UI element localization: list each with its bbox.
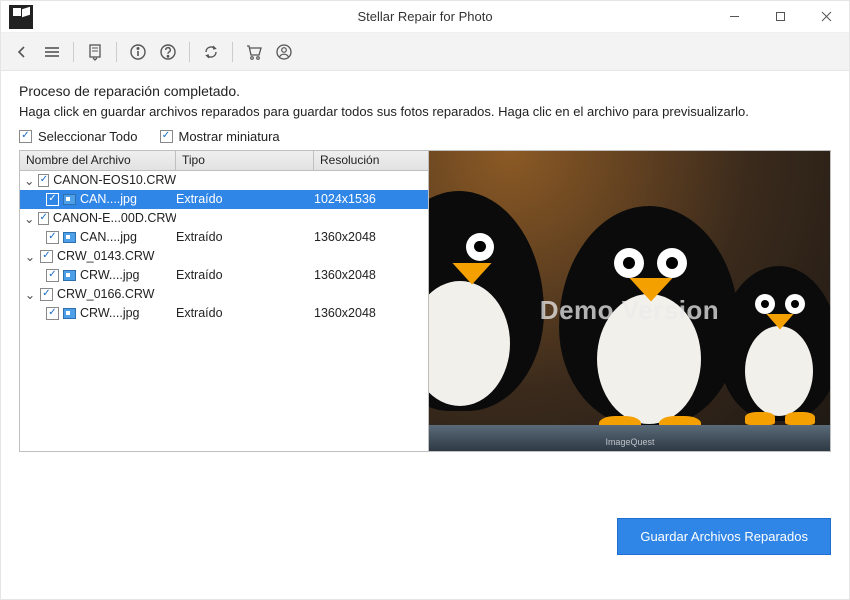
chevron-down-icon[interactable]: ⌄ bbox=[24, 287, 36, 302]
child-type: Extraído bbox=[176, 306, 314, 320]
refresh-button[interactable] bbox=[198, 39, 224, 65]
table-row[interactable]: CAN....jpg Extraído 1360x2048 bbox=[20, 228, 428, 247]
window-titlebar: Stellar Repair for Photo bbox=[1, 1, 849, 33]
table-row[interactable]: ⌄ CRW_0166.CRW bbox=[20, 285, 428, 304]
table-row[interactable]: ⌄ CANON-EOS10.CRW bbox=[20, 171, 428, 190]
row-checkbox[interactable] bbox=[40, 250, 53, 263]
row-checkbox[interactable] bbox=[46, 307, 59, 320]
table-row[interactable]: CRW....jpg Extraído 1360x2048 bbox=[20, 304, 428, 323]
save-repaired-button[interactable]: Guardar Archivos Reparados bbox=[617, 518, 831, 555]
child-resolution: 1360x2048 bbox=[314, 306, 428, 320]
child-filename: CAN....jpg bbox=[80, 230, 137, 244]
select-all-label: Seleccionar Todo bbox=[38, 129, 138, 144]
file-tree-panel: Nombre del Archivo Tipo Resolución ⌄ CAN… bbox=[19, 150, 429, 452]
image-file-icon bbox=[63, 308, 76, 319]
child-resolution: 1360x2048 bbox=[314, 268, 428, 282]
button-bar: Guardar Archivos Reparados bbox=[1, 464, 849, 555]
preview-watermark: Demo Version bbox=[429, 295, 830, 326]
table-row[interactable]: CAN....jpg Extraído 1024x1536 bbox=[20, 190, 428, 209]
group-filename: CRW_0143.CRW bbox=[57, 249, 155, 263]
back-button[interactable] bbox=[9, 39, 35, 65]
group-filename: CANON-E...00D.CRW bbox=[53, 211, 176, 225]
window-title: Stellar Repair for Photo bbox=[1, 9, 849, 24]
child-type: Extraído bbox=[176, 192, 314, 206]
table-row[interactable]: CRW....jpg Extraído 1360x2048 bbox=[20, 266, 428, 285]
toolbar-separator bbox=[73, 42, 74, 62]
list-save-button[interactable] bbox=[82, 39, 108, 65]
content-area: Proceso de reparación completado. Haga c… bbox=[1, 71, 849, 464]
group-filename: CRW_0166.CRW bbox=[57, 287, 155, 301]
preview-shelf-label: ImageQuest bbox=[605, 437, 654, 447]
image-file-icon bbox=[63, 194, 76, 205]
process-heading: Proceso de reparación completado. bbox=[19, 83, 831, 99]
child-filename: CRW....jpg bbox=[80, 306, 140, 320]
image-file-icon bbox=[63, 232, 76, 243]
cart-button[interactable] bbox=[241, 39, 267, 65]
grid-header: Nombre del Archivo Tipo Resolución bbox=[20, 151, 428, 171]
child-filename: CAN....jpg bbox=[80, 192, 137, 206]
chevron-down-icon[interactable]: ⌄ bbox=[24, 173, 34, 188]
child-filename: CRW....jpg bbox=[80, 268, 140, 282]
info-button[interactable] bbox=[125, 39, 151, 65]
row-checkbox[interactable] bbox=[46, 231, 59, 244]
child-resolution: 1360x2048 bbox=[314, 230, 428, 244]
row-checkbox[interactable] bbox=[46, 269, 59, 282]
row-checkbox[interactable] bbox=[40, 288, 53, 301]
toolbar-separator bbox=[189, 42, 190, 62]
image-file-icon bbox=[63, 270, 76, 281]
process-subtext: Haga click en guardar archivos reparados… bbox=[19, 103, 831, 121]
row-checkbox[interactable] bbox=[46, 193, 59, 206]
main-toolbar bbox=[1, 33, 849, 71]
col-type[interactable]: Tipo bbox=[176, 151, 314, 170]
tree-body: ⌄ CANON-EOS10.CRW CAN....jpg Extraído 10… bbox=[20, 171, 428, 323]
toolbar-separator bbox=[116, 42, 117, 62]
table-row[interactable]: ⌄ CANON-E...00D.CRW bbox=[20, 209, 428, 228]
select-all-checkbox[interactable] bbox=[19, 130, 32, 143]
show-thumbnail-checkbox[interactable] bbox=[160, 130, 173, 143]
toolbar-separator bbox=[232, 42, 233, 62]
child-resolution: 1024x1536 bbox=[314, 192, 428, 206]
col-resolution[interactable]: Resolución bbox=[314, 151, 428, 170]
group-filename: CANON-EOS10.CRW bbox=[53, 173, 176, 187]
results-row: Nombre del Archivo Tipo Resolución ⌄ CAN… bbox=[19, 150, 831, 452]
chevron-down-icon[interactable]: ⌄ bbox=[24, 249, 36, 264]
table-row[interactable]: ⌄ CRW_0143.CRW bbox=[20, 247, 428, 266]
show-thumbnail-label: Mostrar miniatura bbox=[179, 129, 280, 144]
child-type: Extraído bbox=[176, 230, 314, 244]
child-type: Extraído bbox=[176, 268, 314, 282]
user-button[interactable] bbox=[271, 39, 297, 65]
menu-button[interactable] bbox=[39, 39, 65, 65]
col-filename[interactable]: Nombre del Archivo bbox=[20, 151, 176, 170]
row-checkbox[interactable] bbox=[38, 212, 48, 225]
options-row: Seleccionar Todo Mostrar miniatura bbox=[19, 129, 831, 144]
row-checkbox[interactable] bbox=[38, 174, 49, 187]
chevron-down-icon[interactable]: ⌄ bbox=[24, 211, 34, 226]
help-button[interactable] bbox=[155, 39, 181, 65]
preview-image: ImageQuest Demo Version bbox=[429, 151, 830, 451]
preview-panel: ImageQuest Demo Version bbox=[429, 150, 831, 452]
